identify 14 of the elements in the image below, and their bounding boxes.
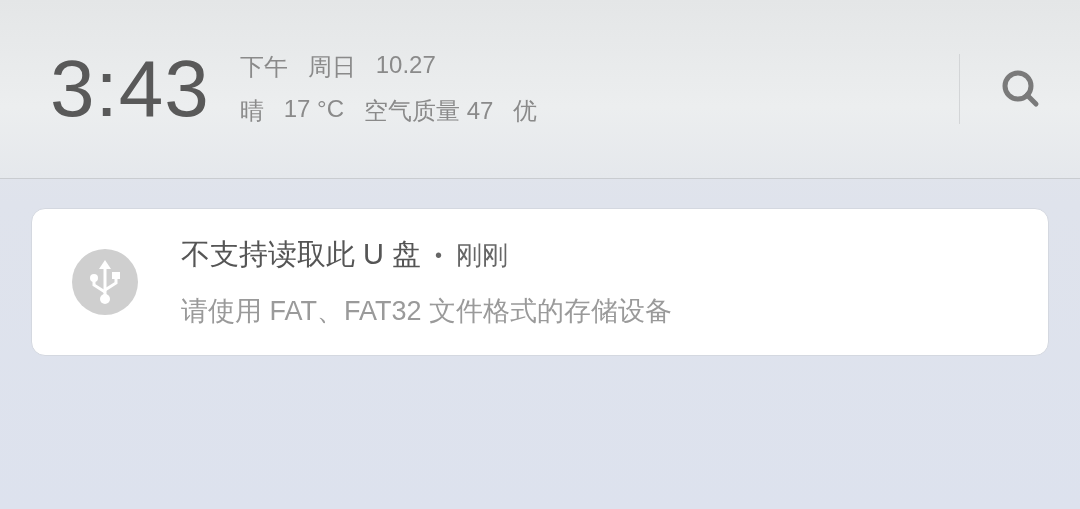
date-text: 周日 <box>307 52 356 82</box>
notification-message: 请使用 FAT、FAT32 文件格式的存储设备 <box>181 295 673 328</box>
date-text: 下午 <box>239 52 288 82</box>
weather-text: 晴 <box>239 96 264 126</box>
notification-card[interactable]: 不支持读取此 U 盘 • 刚刚 请使用 FAT、FAT32 文件格式的存储设备 <box>31 208 1049 356</box>
weather-text: 优 <box>513 96 538 126</box>
weather-text: 空气质量 47 <box>364 96 494 126</box>
notification-time: 刚刚 <box>456 238 509 272</box>
separator-dot: • <box>435 243 443 267</box>
weather-text: 17 °C <box>283 95 344 124</box>
clock-time: 3:43 <box>50 43 210 135</box>
notification-title: 不支持读取此 U 盘 <box>181 237 422 272</box>
usb-icon <box>72 249 138 315</box>
date-text: 10.27 <box>375 51 436 80</box>
